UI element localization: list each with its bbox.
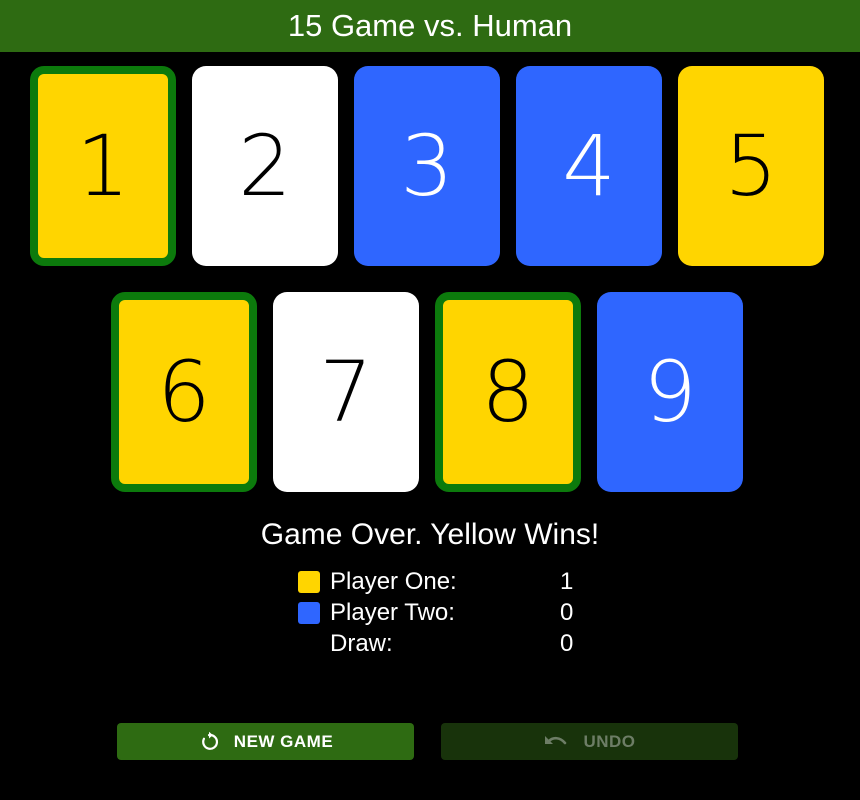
card-2[interactable]: 2 xyxy=(192,66,338,266)
card-5[interactable]: 5 xyxy=(678,66,824,266)
card-6[interactable]: 6 xyxy=(111,292,257,492)
undo-icon xyxy=(543,732,569,752)
page-title: 15 Game vs. Human xyxy=(0,0,860,52)
player-two-swatch xyxy=(298,602,320,624)
restart-icon xyxy=(198,731,220,753)
card-1[interactable]: 1 xyxy=(30,66,176,266)
player-two-label: Player Two: xyxy=(330,599,455,626)
score-player-two: Player Two: 0 xyxy=(298,599,588,627)
player-one-swatch xyxy=(298,571,320,593)
card-8[interactable]: 8 xyxy=(435,292,581,492)
player-two-score: 0 xyxy=(560,599,574,626)
player-one-label: Player One: xyxy=(330,568,457,595)
card-3[interactable]: 3 xyxy=(354,66,500,266)
draw-score: 0 xyxy=(560,630,574,657)
game-app: 15 Game vs. Human 1 2 3 4 5 6 7 8 9 Game… xyxy=(0,0,860,800)
score-draw: Draw: 0 xyxy=(298,630,588,658)
new-game-button[interactable]: NEW GAME xyxy=(117,723,414,760)
game-status: Game Over. Yellow Wins! xyxy=(260,518,600,551)
undo-label: UNDO xyxy=(583,731,636,751)
card-4[interactable]: 4 xyxy=(516,66,662,266)
new-game-label: NEW GAME xyxy=(233,731,334,751)
card-9[interactable]: 9 xyxy=(597,292,743,492)
player-one-score: 1 xyxy=(560,568,574,595)
undo-button[interactable]: UNDO xyxy=(441,723,738,760)
score-player-one: Player One: 1 xyxy=(298,568,588,596)
card-7[interactable]: 7 xyxy=(273,292,419,492)
draw-label: Draw: xyxy=(330,630,393,657)
